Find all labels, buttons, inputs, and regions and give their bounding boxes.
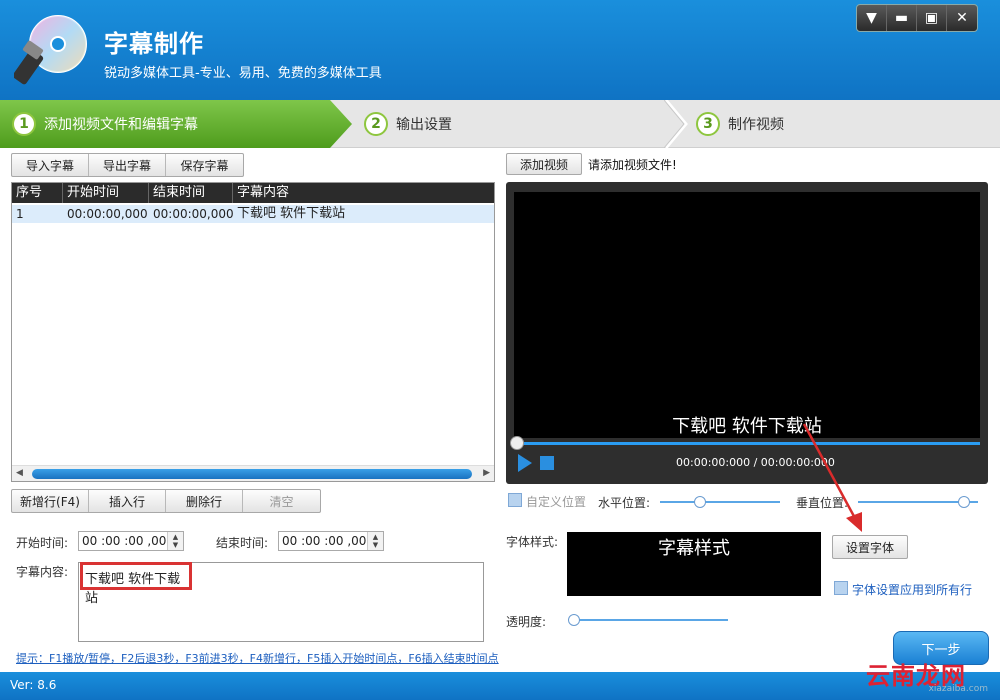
video-subtitle-overlay: 下载吧 软件下载站 [672, 416, 822, 437]
start-time-label: 开始时间: [16, 536, 69, 550]
start-time-spinner[interactable]: ▲ ▼ [167, 532, 183, 550]
column-header[interactable]: 开始时间 [63, 183, 149, 203]
font-style-label: 字体样式: [506, 535, 559, 549]
version-label: Ver: 8.6 [10, 678, 57, 692]
row-action-toolbar: 新增行(F4) 插入行 删除行 清空 [11, 489, 321, 513]
horizontal-slider-knob[interactable] [694, 496, 706, 508]
app-subtitle: 锐动多媒体工具-专业、易用、免费的多媒体工具 [104, 66, 382, 81]
set-font-button[interactable]: 设置字体 [832, 535, 908, 559]
window-controls: ▼ ▬ ▣ ✕ [856, 4, 978, 32]
apply-all-label: 字体设置应用到所有行 [852, 583, 973, 597]
export-subtitle-button[interactable]: 导出字幕 [89, 154, 166, 176]
column-header[interactable]: 序号 [12, 183, 63, 203]
table-row[interactable]: 1 00:00:00,000 00:00:00,000 下载吧 软件下载站 [12, 205, 494, 223]
step-number: 2 [364, 112, 388, 136]
step-1[interactable]: 1 添加视频文件和编辑字幕 [0, 100, 352, 148]
step-3[interactable]: 3 制作视频 [696, 100, 784, 148]
row-end-time: 00:00:00,000 [153, 207, 234, 221]
content-label: 字幕内容: [16, 565, 69, 579]
app-logo-icon [14, 15, 87, 85]
watermark-url: xiazaiba.com [928, 684, 988, 694]
add-video-button[interactable]: 添加视频 [506, 153, 582, 175]
start-time-input[interactable]: 00 :00 :00 ,000 ▲ ▼ [78, 531, 184, 551]
step-2[interactable]: 2 输出设置 [364, 100, 452, 148]
title-bar: 字幕制作 锐动多媒体工具-专业、易用、免费的多媒体工具 ▼ ▬ ▣ ✕ [0, 0, 1000, 100]
end-time-label: 结束时间: [216, 536, 269, 550]
start-time-value: 00 :00 :00 ,000 [82, 534, 175, 548]
horizontal-scrollbar[interactable]: ◀ ▶ [12, 465, 494, 481]
step-label: 制作视频 [728, 117, 784, 133]
scroll-thumb[interactable] [32, 469, 472, 479]
maximize-icon[interactable]: ▣ [917, 5, 947, 31]
minimize-icon[interactable]: ▬ [887, 5, 917, 31]
column-header[interactable]: 字幕内容 [233, 183, 494, 203]
insert-row-button[interactable]: 插入行 [89, 490, 166, 512]
table-header: 序号 开始时间 结束时间 字幕内容 [12, 183, 494, 203]
content-value[interactable]: 下载吧 软件下载站 [80, 562, 192, 606]
chevron-right-icon [664, 100, 688, 148]
stop-icon[interactable] [540, 456, 554, 470]
step-number: 3 [696, 112, 720, 136]
step-label: 输出设置 [396, 117, 452, 133]
custom-position-label: 自定义位置 [526, 495, 587, 509]
close-icon[interactable]: ✕ [947, 5, 977, 31]
save-subtitle-button[interactable]: 保存字幕 [166, 154, 243, 176]
video-screen[interactable]: 下载吧 软件下载站 [514, 192, 980, 438]
video-status-text: 请添加视频文件! [588, 158, 677, 172]
column-header[interactable]: 结束时间 [149, 183, 233, 203]
apply-all-checkbox[interactable] [834, 581, 848, 595]
vertical-slider-knob[interactable] [958, 496, 970, 508]
row-index: 1 [16, 207, 24, 221]
font-style-preview: 字幕样式 [567, 532, 821, 596]
import-subtitle-button[interactable]: 导入字幕 [12, 154, 89, 176]
video-progress-bar[interactable] [514, 442, 980, 445]
step-bar: 1 添加视频文件和编辑字幕 2 输出设置 3 制作视频 [0, 100, 1000, 148]
subtitle-table[interactable]: 序号 开始时间 结束时间 字幕内容 1 00:00:00,000 00:00:0… [11, 182, 495, 482]
progress-knob[interactable] [510, 436, 524, 450]
play-icon[interactable] [518, 454, 532, 472]
video-player: 下载吧 软件下载站 00:00:00:000 / 00:00:00:000 [506, 182, 988, 484]
step-number: 1 [12, 112, 36, 136]
step-label: 添加视频文件和编辑字幕 [44, 117, 198, 133]
opacity-label: 透明度: [506, 615, 547, 629]
row-content: 下载吧 软件下载站 [237, 206, 346, 221]
end-time-spinner[interactable]: ▲ ▼ [367, 532, 383, 550]
app-title: 字幕制作 [104, 30, 204, 58]
scroll-left-icon[interactable]: ◀ [16, 468, 23, 478]
status-bar: Ver: 8.6 [0, 672, 1000, 700]
delete-row-button[interactable]: 删除行 [166, 490, 243, 512]
opacity-slider[interactable] [570, 619, 728, 621]
shortcut-hint-link[interactable]: 提示：F1播放/暂停，F2后退3秒，F3前进3秒，F4新增行，F5插入开始时间点… [16, 650, 499, 666]
custom-position-checkbox[interactable] [508, 493, 522, 507]
row-start-time: 00:00:00,000 [67, 207, 148, 221]
opacity-slider-knob[interactable] [568, 614, 580, 626]
clear-button[interactable]: 清空 [243, 490, 320, 512]
horizontal-position-slider[interactable] [660, 501, 780, 503]
annotation-arrow-icon [802, 423, 862, 532]
end-time-value: 00 :00 :00 ,000 [282, 534, 375, 548]
subtitle-toolbar: 导入字幕 导出字幕 保存字幕 [11, 153, 244, 177]
end-time-input[interactable]: 00 :00 :00 ,000 ▲ ▼ [278, 531, 384, 551]
horizontal-position-label: 水平位置: [598, 496, 651, 510]
scroll-right-icon[interactable]: ▶ [483, 468, 490, 478]
menu-icon[interactable]: ▼ [857, 5, 887, 31]
new-row-button[interactable]: 新增行(F4) [12, 490, 89, 512]
